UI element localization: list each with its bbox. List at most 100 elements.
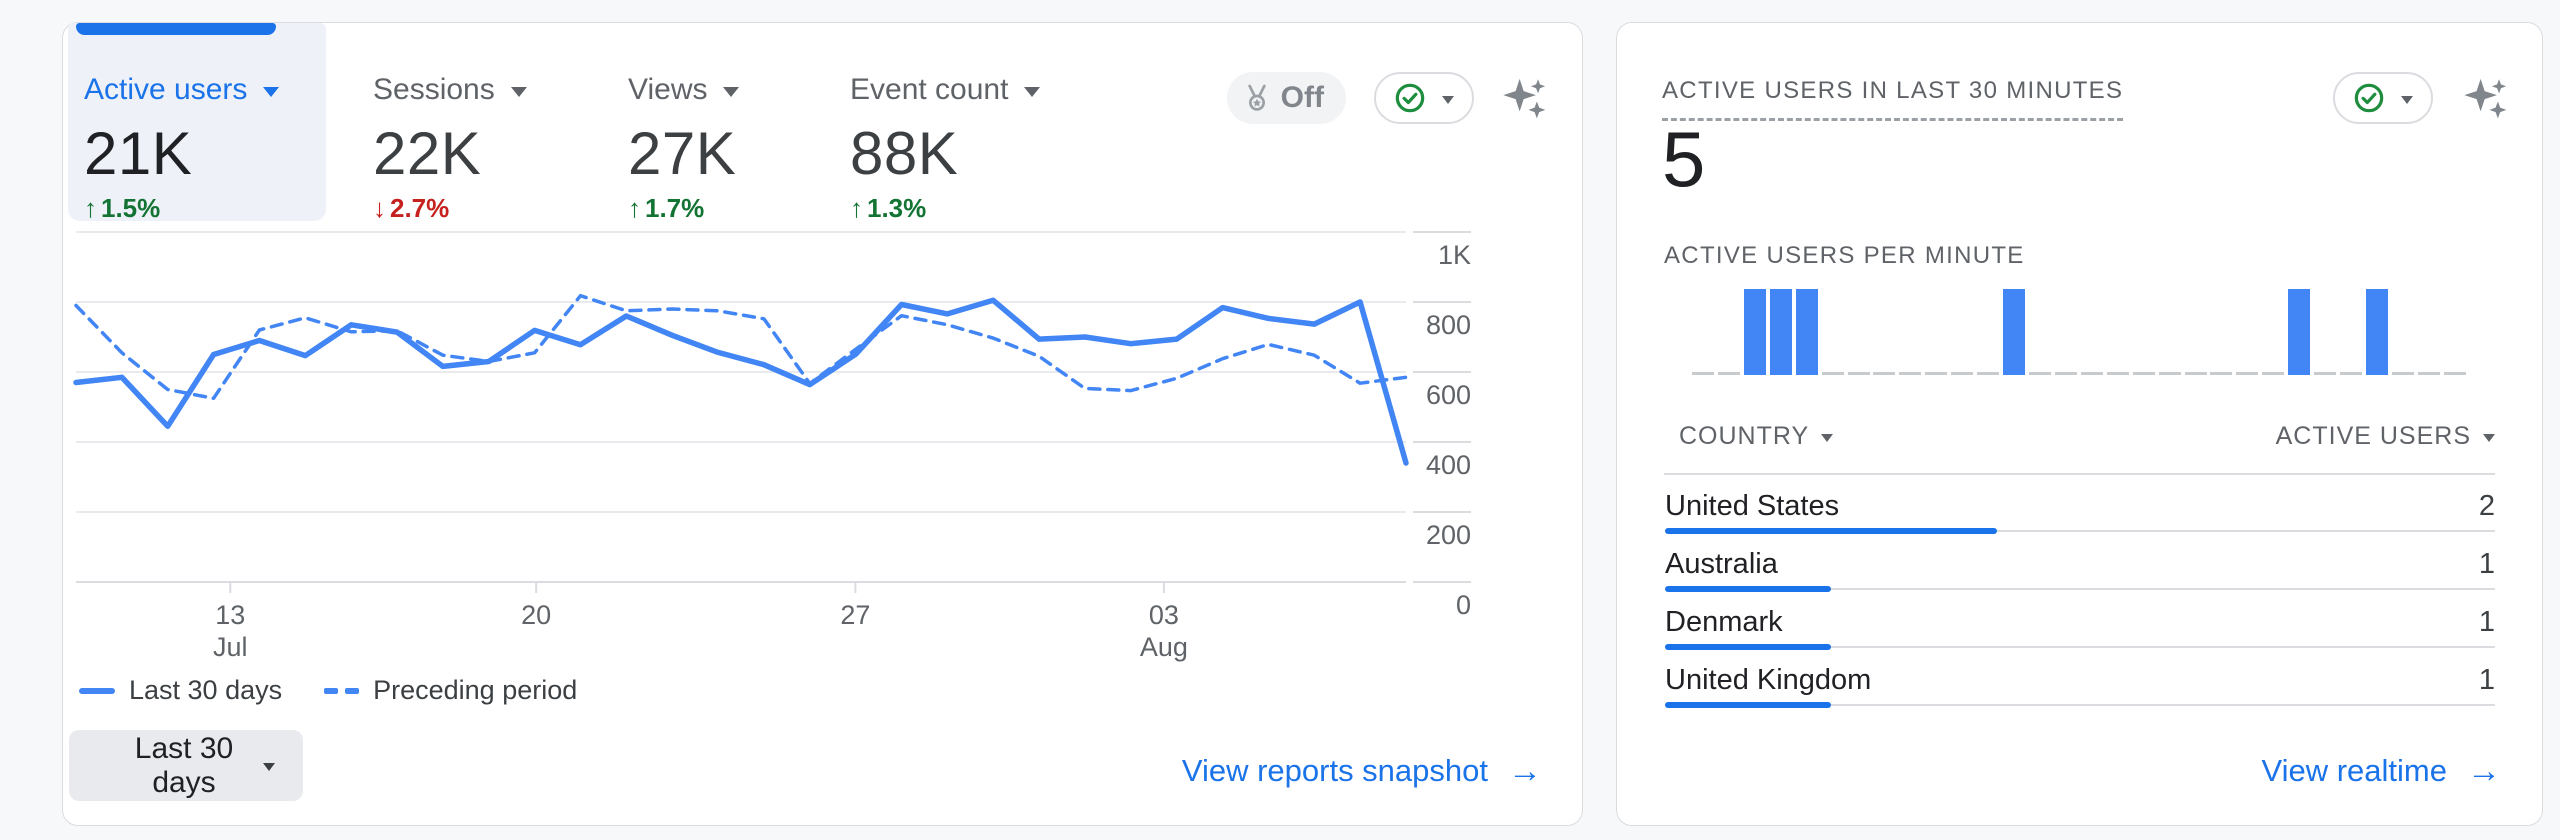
analytics-home-overview: Active users 21K ↑ 1.5% Sessions 22K ↓ 2…: [0, 0, 2560, 840]
view-reports-snapshot-link[interactable]: View reports snapshot →: [1182, 753, 1542, 789]
svg-text:Jul: Jul: [213, 632, 248, 662]
minute-bar: [1743, 289, 1766, 375]
minute-empty-dash: [2132, 372, 2155, 375]
table-header-divider: [1664, 473, 2495, 475]
minute-bar: [2003, 289, 2026, 375]
country-name: United States: [1665, 490, 1840, 522]
country-bar: [1665, 644, 2495, 650]
sort-caret-icon: [2483, 434, 2495, 442]
active-users-30min-value: 5: [1662, 115, 1706, 203]
metric-selector-sessions[interactable]: Sessions: [373, 75, 527, 105]
minute-empty-dash: [1925, 372, 1948, 375]
sort-caret-icon: [1821, 434, 1834, 442]
metric-label: Event count: [850, 73, 1009, 106]
minute-empty-dash: [1717, 372, 1740, 375]
chevron-down-icon: [723, 87, 740, 97]
chevron-down-icon: [510, 87, 527, 97]
tab-sessions[interactable]: Sessions 22K ↓ 2.7%: [373, 23, 527, 224]
off-badge-label: Off: [1280, 81, 1324, 114]
arrow-right-icon: →: [1508, 751, 1542, 790]
minute-bar: [1769, 289, 1792, 375]
dashed-line-swatch-icon: [324, 687, 360, 694]
svg-text:200: 200: [1426, 520, 1471, 550]
active-users-per-minute-chart[interactable]: [1692, 289, 2466, 375]
metric-selector-event-count[interactable]: Event count: [850, 73, 1041, 106]
minute-empty-dash: [1873, 372, 1896, 375]
star-shape: [1252, 98, 1261, 107]
chart-legend: Last 30 days Preceding period: [79, 675, 577, 706]
svg-text:13: 13: [215, 600, 245, 630]
country-bar: [1665, 528, 2495, 534]
minute-empty-dash: [1821, 372, 1844, 375]
svg-text:1K: 1K: [1438, 240, 1471, 270]
minute-empty-dash: [2417, 372, 2440, 375]
country-bar: [1665, 702, 2495, 708]
check-circle-icon: [2354, 83, 2384, 113]
metric-value: 21K: [84, 120, 193, 187]
country-users-value: 1: [2478, 664, 2495, 696]
realtime-card: ACTIVE USERS IN LAST 30 MINUTES 5 ACTIVE…: [1616, 22, 2543, 826]
minute-bar: [1795, 289, 1818, 375]
country-name: Australia: [1665, 548, 1778, 580]
svg-text:20: 20: [521, 600, 551, 630]
data-quality-button[interactable]: [2333, 72, 2433, 124]
metric-label: Active users: [84, 73, 248, 106]
minute-empty-dash: [2080, 372, 2103, 375]
insights-sparkle-icon[interactable]: [1502, 75, 1548, 121]
minute-empty-dash: [1977, 372, 2000, 375]
metric-selector-views[interactable]: Views: [628, 73, 740, 106]
tab-active-users[interactable]: Active users 21K ↑ 1.5%: [68, 23, 326, 223]
country-users-value: 2: [2478, 490, 2495, 522]
per-minute-label: ACTIVE USERS PER MINUTE: [1664, 242, 2025, 269]
minute-empty-dash: [2236, 372, 2259, 375]
minute-empty-dash: [2314, 372, 2337, 375]
minute-empty-dash: [2158, 372, 2181, 375]
metric-value: 88K: [850, 120, 959, 187]
legend-item-current: Last 30 days: [79, 675, 282, 706]
minute-empty-dash: [1692, 372, 1714, 375]
country-bar: [1665, 586, 2495, 592]
insights-sparkle-icon[interactable]: [2463, 75, 2509, 121]
country-users-value: 1: [2478, 606, 2495, 638]
active-tab-indicator: [76, 23, 276, 35]
country-users-value: 1: [2478, 548, 2495, 580]
minute-bar: [2288, 289, 2311, 375]
solid-line-swatch-icon: [79, 687, 115, 694]
minute-bar: [2365, 289, 2388, 375]
metric-value: 27K: [628, 120, 737, 187]
tab-views[interactable]: Views 27K ↑ 1.7%: [628, 23, 740, 224]
check-circle-icon: [1395, 83, 1425, 113]
svg-text:600: 600: [1426, 380, 1471, 410]
legend-item-preceding: Preceding period: [324, 675, 577, 706]
data-quality-button[interactable]: [1374, 72, 1474, 124]
minute-empty-dash: [2443, 372, 2466, 375]
column-header-active-users[interactable]: ACTIVE USERS: [2276, 422, 2495, 451]
minute-empty-dash: [2106, 372, 2129, 375]
svg-text:27: 27: [840, 600, 870, 630]
minute-empty-dash: [2184, 372, 2207, 375]
chevron-down-icon: [263, 87, 280, 97]
svg-text:400: 400: [1426, 450, 1471, 480]
legend-label: Last 30 days: [129, 675, 283, 705]
minute-empty-dash: [2054, 372, 2077, 375]
view-realtime-link[interactable]: View realtime →: [2261, 753, 2501, 789]
minute-empty-dash: [1899, 372, 1922, 375]
metric-label: Views: [628, 73, 708, 106]
legend-label: Preceding period: [373, 675, 578, 705]
arrow-right-icon: →: [2467, 751, 2501, 790]
minute-empty-dash: [2391, 372, 2414, 375]
country-name: United Kingdom: [1665, 664, 1872, 696]
metric-selector-active-users[interactable]: Active users: [84, 75, 326, 105]
key-events-off-badge[interactable]: Off: [1226, 72, 1346, 124]
chevron-down-icon: [1442, 95, 1454, 104]
tab-event-count[interactable]: Event count 88K ↑ 1.3%: [850, 23, 1041, 224]
active-users-trend-chart[interactable]: 0 200 400 600 800 1K 13Jul 20 27 03Aug: [63, 203, 1543, 683]
card-controls: Off: [1226, 72, 1548, 124]
column-header-country[interactable]: COUNTRY: [1679, 422, 1834, 451]
svg-text:800: 800: [1426, 310, 1471, 340]
minute-empty-dash: [2210, 372, 2233, 375]
chevron-down-icon: [1024, 87, 1041, 97]
date-range-selector[interactable]: Last 30 days: [69, 730, 303, 801]
minute-empty-dash: [1847, 372, 1870, 375]
date-range-label: Last 30 days: [134, 731, 234, 799]
